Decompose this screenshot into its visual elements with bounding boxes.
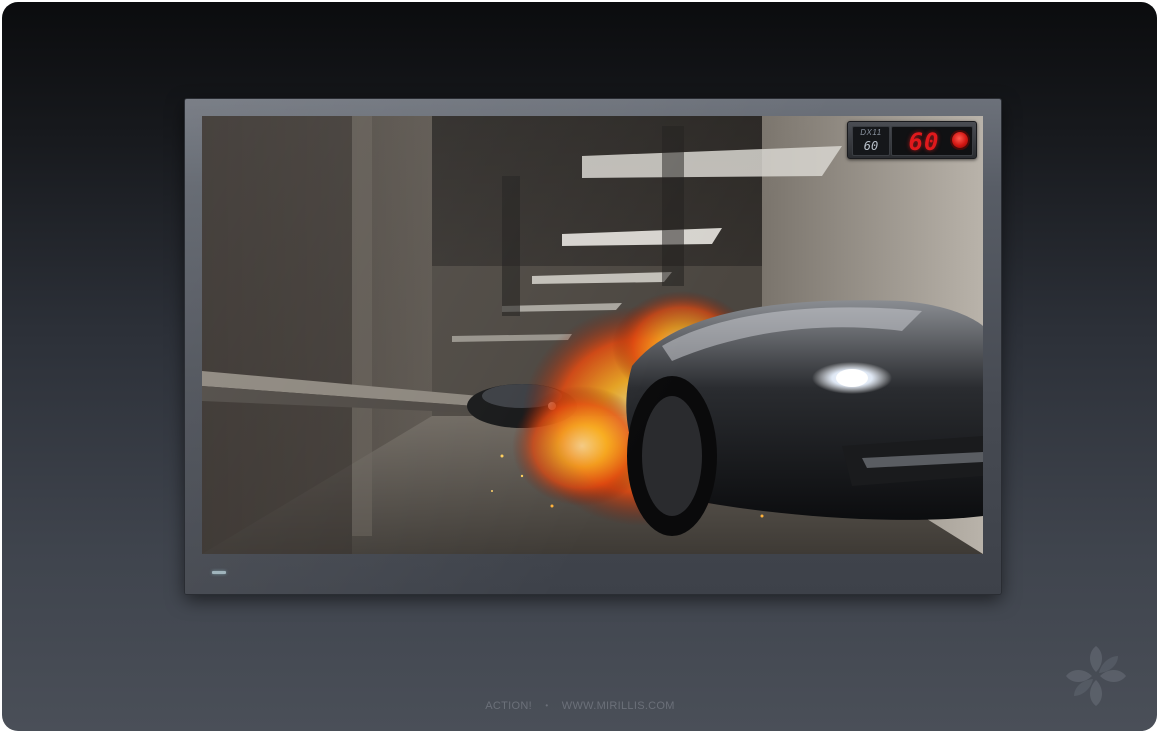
record-dot-icon: [952, 132, 968, 148]
footer-website-link[interactable]: WWW.MIRILLIS.COM: [562, 700, 675, 712]
footer-separator: •: [545, 701, 549, 710]
power-led-indicator: [212, 571, 226, 574]
api-badge: DX11 60: [852, 126, 890, 156]
fps-counter-overlay: DX11 60 60: [847, 121, 977, 159]
api-label: DX11: [860, 128, 882, 137]
monitor-frame: DX11 60 60: [185, 99, 1001, 594]
fps-display: 60: [891, 126, 973, 156]
footer: ACTION! • WWW.MIRILLIS.COM: [0, 700, 1160, 712]
api-fps: 60: [863, 139, 879, 153]
app-window: DX11 60 60: [2, 2, 1157, 731]
footer-app-name: ACTION!: [485, 700, 532, 712]
fps-value: 60: [908, 128, 940, 156]
screen-preview: DX11 60 60: [202, 116, 983, 554]
game-scene-image: [202, 116, 983, 554]
